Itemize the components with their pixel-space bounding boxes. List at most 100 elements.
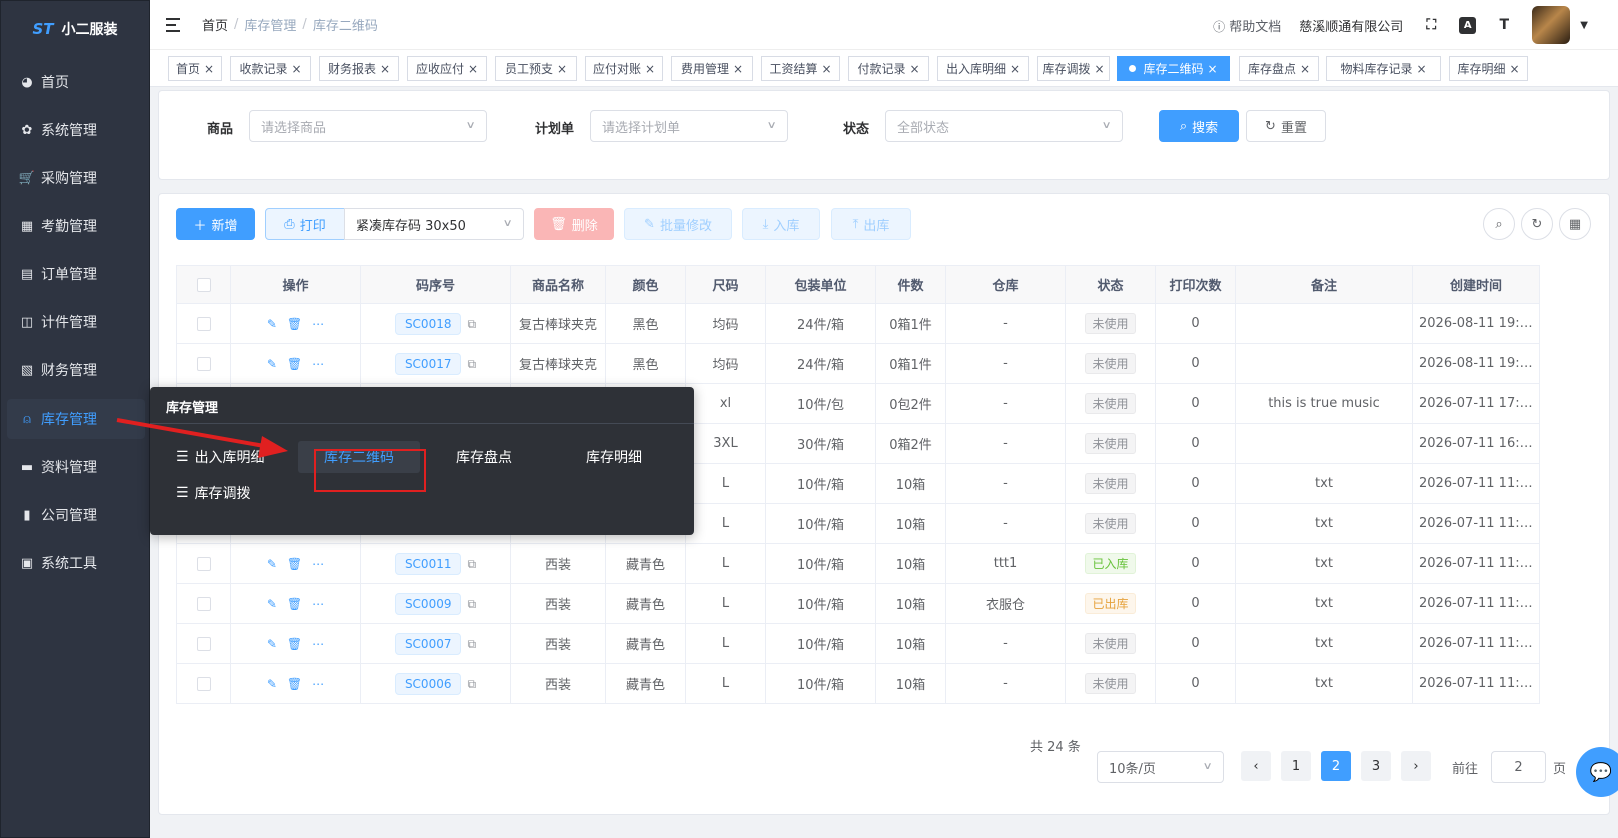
code-tag[interactable]: SC0006 bbox=[394, 672, 462, 695]
goods-select[interactable]: 请选择商品 ∨ bbox=[249, 110, 487, 142]
close-icon[interactable]: × bbox=[909, 62, 919, 76]
font-size-icon[interactable]: T bbox=[1494, 15, 1514, 35]
copy-icon[interactable]: ⧉ bbox=[467, 317, 476, 331]
avatar[interactable] bbox=[1532, 6, 1571, 44]
code-tag[interactable]: SC0017 bbox=[394, 352, 462, 375]
tab-3[interactable]: 财务报表 × bbox=[319, 56, 399, 81]
search-button[interactable]: ⌕ 搜索 bbox=[1159, 110, 1239, 142]
add-button[interactable]: ＋新增 bbox=[176, 208, 255, 240]
tab-5[interactable]: 员工预支 × bbox=[495, 56, 577, 81]
row-checkbox[interactable] bbox=[196, 316, 211, 331]
code-tag[interactable]: SC0018 bbox=[394, 312, 462, 335]
reset-button[interactable]: ↻ 重置 bbox=[1246, 110, 1326, 142]
submenu-item-stock-transfer[interactable]: ☰ 库存调拨 bbox=[176, 477, 251, 509]
table-row[interactable]: ✎ 🗑 ⋯ SC0007 ⧉ 西装 藏青色 L 10件/箱 10箱 - 未使用 0 txt 2026-07-… bbox=[176, 623, 1540, 664]
batch-edit-button[interactable]: ✎ 批量修改 bbox=[624, 208, 732, 240]
more-icon[interactable]: ⋯ bbox=[312, 317, 324, 331]
tab-7[interactable]: 费用管理 × bbox=[671, 56, 753, 81]
next-page-button[interactable]: › bbox=[1401, 751, 1431, 781]
delete-button[interactable]: 🗑 删除 bbox=[534, 208, 614, 240]
tab-13[interactable]: 库存盘点 × bbox=[1239, 56, 1319, 81]
print-button[interactable]: ⎙ 打印 bbox=[265, 208, 345, 240]
prev-page-button[interactable]: ‹ bbox=[1241, 751, 1271, 781]
close-icon[interactable]: × bbox=[1094, 62, 1104, 76]
close-icon[interactable]: × bbox=[204, 62, 214, 76]
more-icon[interactable]: ⋯ bbox=[312, 637, 324, 651]
search-toggle-icon[interactable]: ⌕ bbox=[1483, 208, 1515, 240]
sidebar-item-1[interactable]: ◕ 首页 bbox=[7, 62, 145, 102]
trash-icon[interactable]: 🗑 bbox=[287, 317, 302, 331]
fullscreen-icon[interactable]: ⛶ bbox=[1421, 15, 1441, 35]
page-size-select[interactable]: 10条/页 ∨ bbox=[1097, 751, 1224, 783]
tab-10[interactable]: 出入库明细 × bbox=[937, 56, 1029, 81]
tab-8[interactable]: 工资结算 × bbox=[761, 56, 840, 81]
help-link[interactable]: ⓘ 帮助文档 bbox=[1213, 16, 1281, 35]
close-icon[interactable]: × bbox=[380, 62, 390, 76]
edit-icon[interactable]: ✎ bbox=[267, 677, 277, 691]
edit-icon[interactable]: ✎ bbox=[267, 637, 277, 651]
plan-select[interactable]: 请选择计划单 ∨ bbox=[590, 110, 788, 142]
menu-toggle-icon[interactable] bbox=[166, 17, 184, 32]
more-icon[interactable]: ⋯ bbox=[312, 597, 324, 611]
status-select[interactable]: 全部状态 ∨ bbox=[885, 110, 1123, 142]
language-icon[interactable]: A bbox=[1459, 16, 1477, 34]
code-tag[interactable]: SC0011 bbox=[394, 552, 462, 575]
trash-icon[interactable]: 🗑 bbox=[287, 637, 302, 651]
table-row[interactable]: ✎ 🗑 ⋯ SC0009 ⧉ 西装 藏青色 L 10件/箱 10箱 衣服仓 已出库 0 txt 2026-0… bbox=[176, 583, 1540, 624]
sidebar-item-5[interactable]: ▤ 订单管理 bbox=[7, 254, 145, 294]
tab-14[interactable]: 物料库存记录 × bbox=[1326, 56, 1441, 81]
sidebar-item-6[interactable]: ◫ 计件管理 bbox=[7, 302, 145, 342]
stock-in-button[interactable]: ⤓ 入库 bbox=[742, 208, 820, 240]
trash-icon[interactable]: 🗑 bbox=[287, 357, 302, 371]
sidebar-item-7[interactable]: ▧ 财务管理 bbox=[7, 350, 145, 390]
copy-icon[interactable]: ⧉ bbox=[467, 597, 476, 611]
copy-icon[interactable]: ⧉ bbox=[467, 637, 476, 651]
edit-icon[interactable]: ✎ bbox=[267, 357, 277, 371]
close-icon[interactable]: × bbox=[291, 62, 301, 76]
table-row[interactable]: ✎ 🗑 ⋯ SC0006 ⧉ 西装 藏青色 L 10件/箱 10箱 - 未使用 0 txt 2026-07-… bbox=[176, 663, 1540, 704]
chevron-down-icon[interactable]: ▼ bbox=[1580, 20, 1588, 31]
tab-6[interactable]: 应付对账 × bbox=[585, 56, 663, 81]
select-all-checkbox[interactable] bbox=[196, 277, 211, 292]
copy-icon[interactable]: ⧉ bbox=[467, 677, 476, 691]
more-icon[interactable]: ⋯ bbox=[312, 677, 324, 691]
stock-out-button[interactable]: ⤒ 出库 bbox=[831, 208, 911, 240]
tab-9[interactable]: 付款记录 × bbox=[848, 56, 929, 81]
tab-4[interactable]: 应收应付 × bbox=[407, 56, 487, 81]
copy-icon[interactable]: ⧉ bbox=[467, 357, 476, 371]
tab-12[interactable]: 库存二维码 × bbox=[1117, 56, 1230, 81]
sidebar-item-10[interactable]: ▮ 公司管理 bbox=[7, 495, 145, 535]
submenu-item-stock-flow[interactable]: ☰ 出入库明细 bbox=[176, 441, 265, 473]
close-icon[interactable]: × bbox=[557, 62, 567, 76]
code-tag[interactable]: SC0009 bbox=[394, 592, 462, 615]
submenu-item-stock-count[interactable]: 库存盘点 bbox=[456, 441, 512, 473]
refresh-icon[interactable]: ↻ bbox=[1521, 208, 1553, 240]
columns-icon[interactable]: ▦ bbox=[1559, 208, 1591, 240]
more-icon[interactable]: ⋯ bbox=[312, 357, 324, 371]
row-checkbox[interactable] bbox=[196, 636, 211, 651]
chat-icon[interactable]: 💬 bbox=[1576, 747, 1618, 797]
trash-icon[interactable]: 🗑 bbox=[287, 597, 302, 611]
copy-icon[interactable]: ⧉ bbox=[467, 557, 476, 571]
trash-icon[interactable]: 🗑 bbox=[287, 557, 302, 571]
code-tag[interactable]: SC0007 bbox=[394, 632, 462, 655]
close-icon[interactable]: × bbox=[645, 62, 655, 76]
sidebar-item-8[interactable]: ⍝ 库存管理 bbox=[7, 399, 145, 439]
submenu-item-stock-detail[interactable]: 库存明细 bbox=[586, 441, 642, 473]
app-logo[interactable]: ST 小二服装 bbox=[1, 1, 149, 57]
sidebar-item-11[interactable]: ▣ 系统工具 bbox=[7, 543, 145, 583]
tab-11[interactable]: 库存调拨 × bbox=[1037, 56, 1110, 81]
row-checkbox[interactable] bbox=[196, 676, 211, 691]
close-icon[interactable]: × bbox=[1300, 62, 1310, 76]
edit-icon[interactable]: ✎ bbox=[267, 557, 277, 571]
tab-15[interactable]: 库存明细 × bbox=[1449, 56, 1528, 81]
sidebar-item-2[interactable]: ✿ 系统管理 bbox=[7, 110, 145, 150]
table-row[interactable]: ✎ 🗑 ⋯ SC0017 ⧉ 复古棒球夹克 黑色 均码 24件/箱 0箱1件 - 未使用 0 2026-0… bbox=[176, 343, 1540, 384]
table-row[interactable]: ✎ 🗑 ⋯ SC0018 ⧉ 复古棒球夹克 黑色 均码 24件/箱 0箱1件 - 未使用 0 2026-0… bbox=[176, 303, 1540, 344]
row-checkbox[interactable] bbox=[196, 356, 211, 371]
close-icon[interactable]: × bbox=[1010, 62, 1020, 76]
more-icon[interactable]: ⋯ bbox=[312, 557, 324, 571]
page-button[interactable]: 3 bbox=[1361, 751, 1391, 781]
print-template-select[interactable]: 紧凑库存码 30x50 ∨ bbox=[344, 208, 524, 240]
page-button[interactable]: 2 bbox=[1321, 751, 1351, 781]
